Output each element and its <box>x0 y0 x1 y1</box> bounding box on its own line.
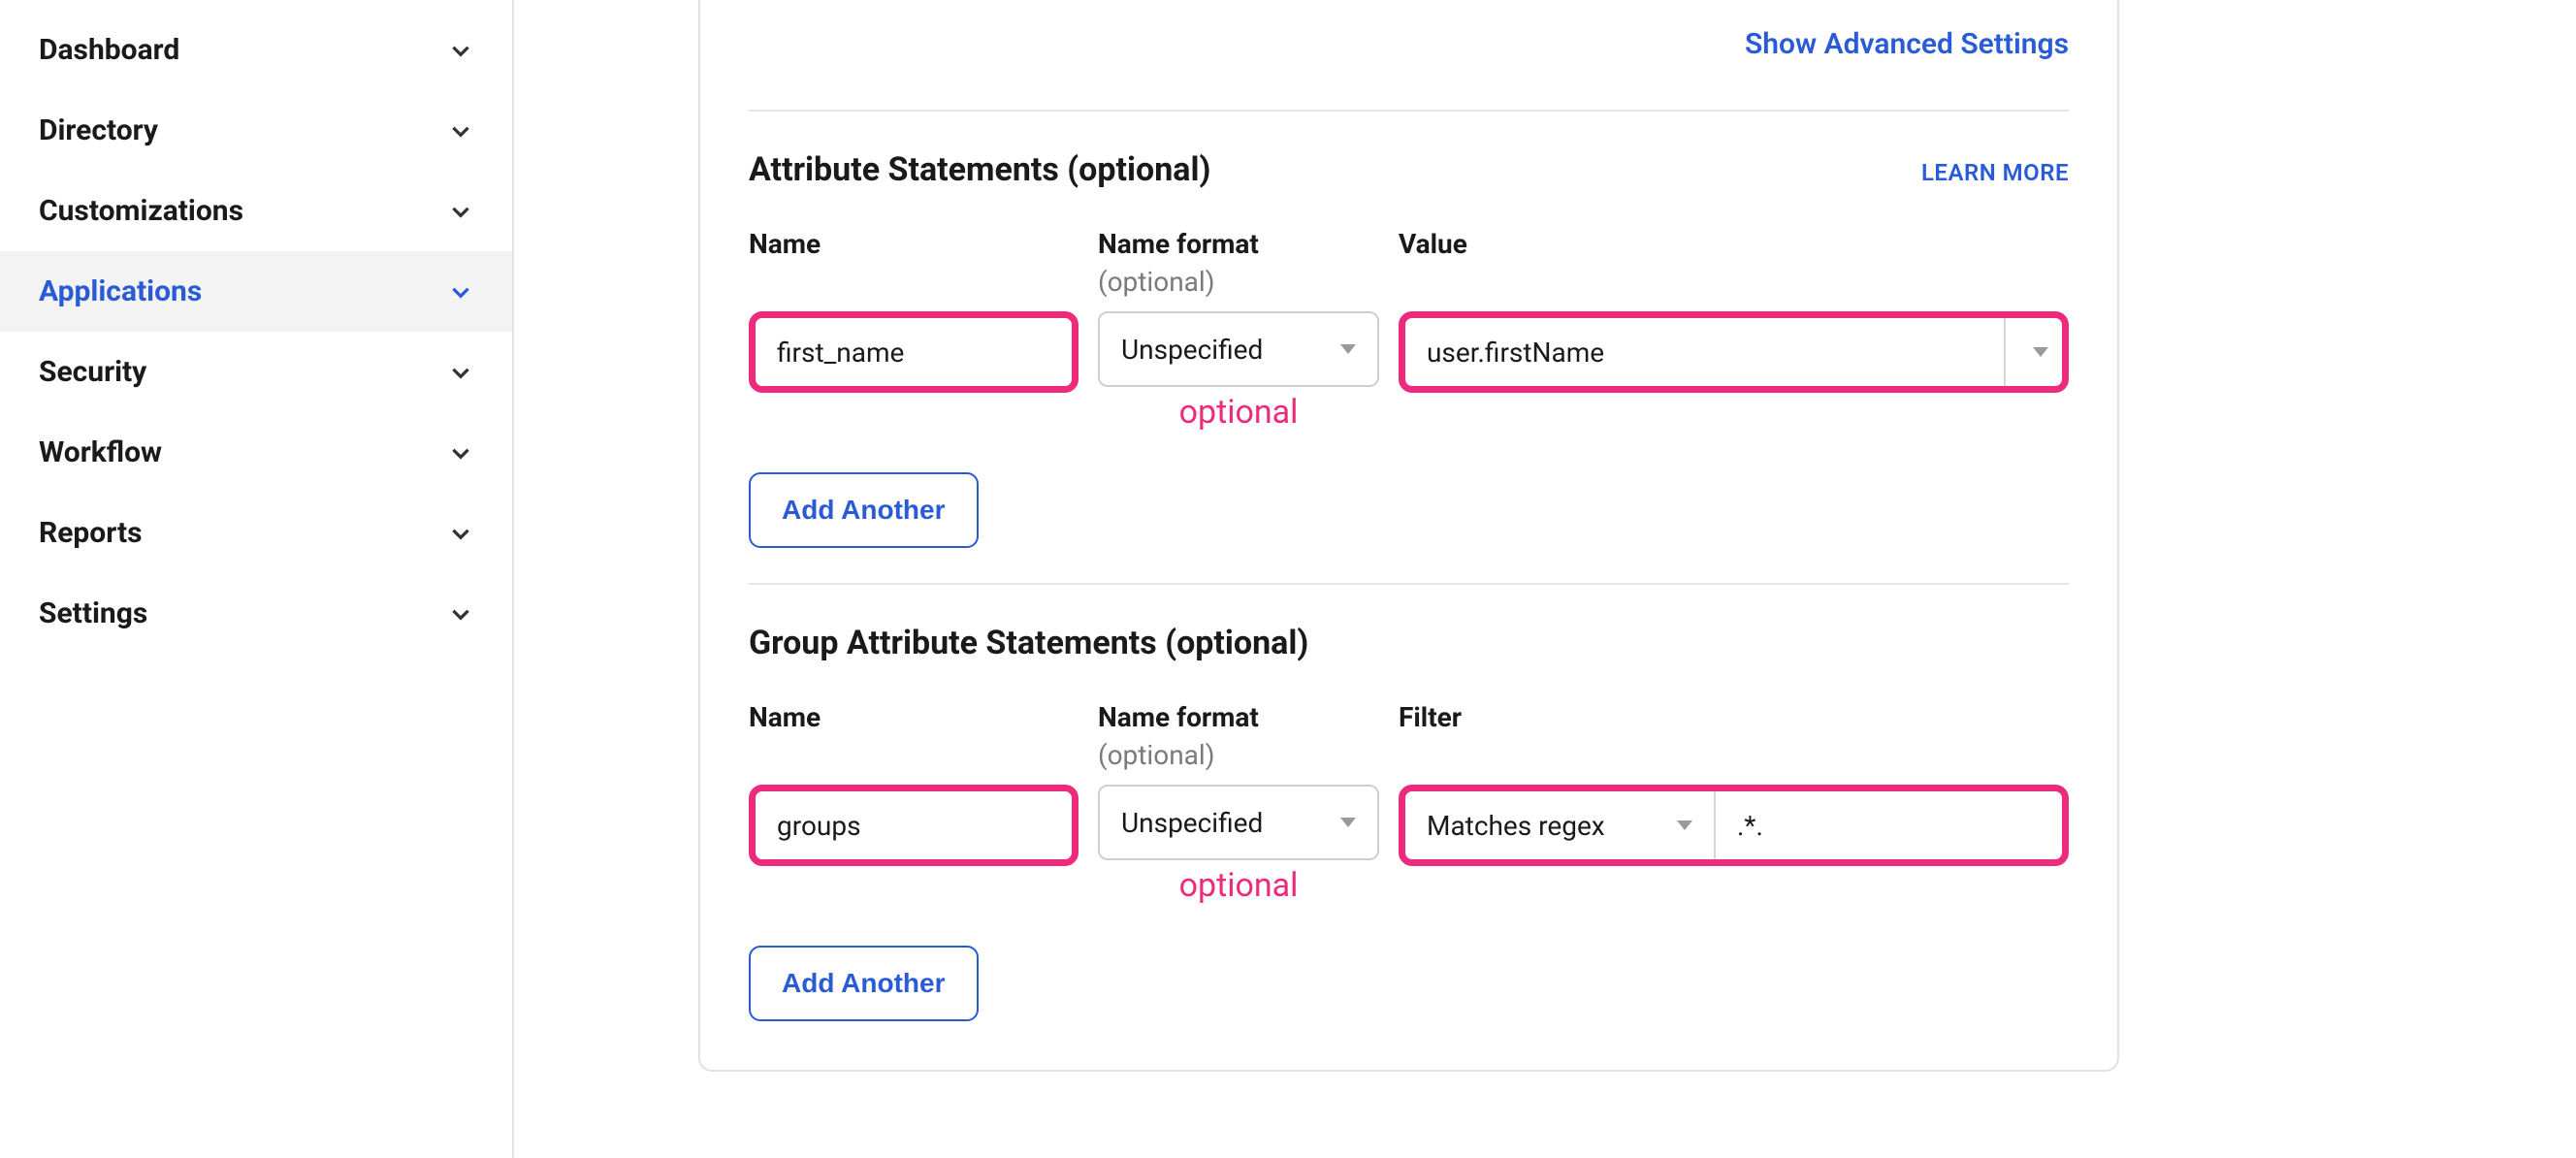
column-header-value: Value <box>1399 228 2069 260</box>
sidebar-item-label: Customizations <box>39 194 243 228</box>
column-header-name: Name <box>749 228 1079 260</box>
annotation-optional: optional <box>1098 393 1379 432</box>
settings-panel: Show Advanced Settings Attribute Stateme… <box>698 0 2119 1072</box>
highlight-box: groups <box>749 785 1079 866</box>
chevron-down-icon <box>448 199 473 224</box>
dropdown-icon <box>1677 820 1692 830</box>
learn-more-link[interactable]: LEARN MORE <box>1921 159 2069 186</box>
show-advanced-link[interactable]: Show Advanced Settings <box>749 27 2069 110</box>
dropdown-icon <box>1340 818 1356 827</box>
group-attribute-statements-title: Group Attribute Statements (optional) <box>749 624 1308 662</box>
sidebar-item-workflow[interactable]: Workflow <box>0 412 512 493</box>
column-header-format-sub: (optional) <box>1098 739 1379 771</box>
chevron-down-icon <box>448 601 473 627</box>
group-filter-value-input[interactable]: .*. <box>1716 791 2062 859</box>
main-content: Show Advanced Settings Attribute Stateme… <box>514 0 2576 1158</box>
sidebar-item-label: Directory <box>39 113 158 147</box>
sidebar-item-label: Settings <box>39 596 147 630</box>
group-filter-type-select[interactable]: Matches regex <box>1405 791 1716 859</box>
sidebar-item-label: Reports <box>39 516 143 550</box>
highlight-box: Matches regex .*. <box>1399 785 2069 866</box>
chevron-down-icon <box>448 38 473 63</box>
add-another-group-button[interactable]: Add Another <box>749 946 979 1021</box>
attribute-statements-title: Attribute Statements (optional) <box>749 150 1210 189</box>
sidebar-item-settings[interactable]: Settings <box>0 573 512 654</box>
select-value: Matches regex <box>1427 810 1605 842</box>
column-header-format: Name format <box>1098 701 1379 733</box>
column-header-format-sub: (optional) <box>1098 266 1379 298</box>
sidebar-item-label: Dashboard <box>39 33 179 67</box>
divider <box>749 110 2069 112</box>
chevron-down-icon <box>448 118 473 144</box>
select-value: Unspecified <box>1121 807 1263 839</box>
attr-value-combo[interactable]: user.firstName <box>1405 318 2062 386</box>
group-name-input[interactable]: groups <box>756 791 1072 859</box>
divider <box>749 583 2069 585</box>
sidebar-item-label: Applications <box>39 274 202 308</box>
chevron-down-icon <box>448 440 473 466</box>
combo-value: user.firstName <box>1405 318 2004 386</box>
attr-name-input[interactable]: first_name <box>756 318 1072 386</box>
column-header-filter: Filter <box>1399 701 2069 733</box>
sidebar-item-label: Security <box>39 355 146 389</box>
sidebar-item-label: Workflow <box>39 435 162 469</box>
sidebar-item-dashboard[interactable]: Dashboard <box>0 10 512 90</box>
column-header-format: Name format <box>1098 228 1379 260</box>
column-header-name: Name <box>749 701 1079 733</box>
sidebar-item-customizations[interactable]: Customizations <box>0 171 512 251</box>
dropdown-icon <box>2033 347 2048 357</box>
dropdown-icon <box>1340 344 1356 354</box>
sidebar-item-directory[interactable]: Directory <box>0 90 512 171</box>
sidebar: Dashboard Directory Customizations Appli… <box>0 0 514 1158</box>
combo-dropdown-button[interactable] <box>2004 318 2062 386</box>
chevron-down-icon <box>448 521 473 546</box>
sidebar-item-reports[interactable]: Reports <box>0 493 512 573</box>
select-value: Unspecified <box>1121 334 1263 366</box>
chevron-down-icon <box>448 279 473 305</box>
sidebar-item-security[interactable]: Security <box>0 332 512 412</box>
sidebar-item-applications[interactable]: Applications <box>0 251 512 332</box>
attr-format-select[interactable]: Unspecified <box>1098 311 1379 387</box>
group-format-select[interactable]: Unspecified <box>1098 785 1379 860</box>
highlight-box: first_name <box>749 311 1079 393</box>
annotation-optional: optional <box>1098 866 1379 905</box>
highlight-box: user.firstName <box>1399 311 2069 393</box>
chevron-down-icon <box>448 360 473 385</box>
add-another-attr-button[interactable]: Add Another <box>749 472 979 548</box>
